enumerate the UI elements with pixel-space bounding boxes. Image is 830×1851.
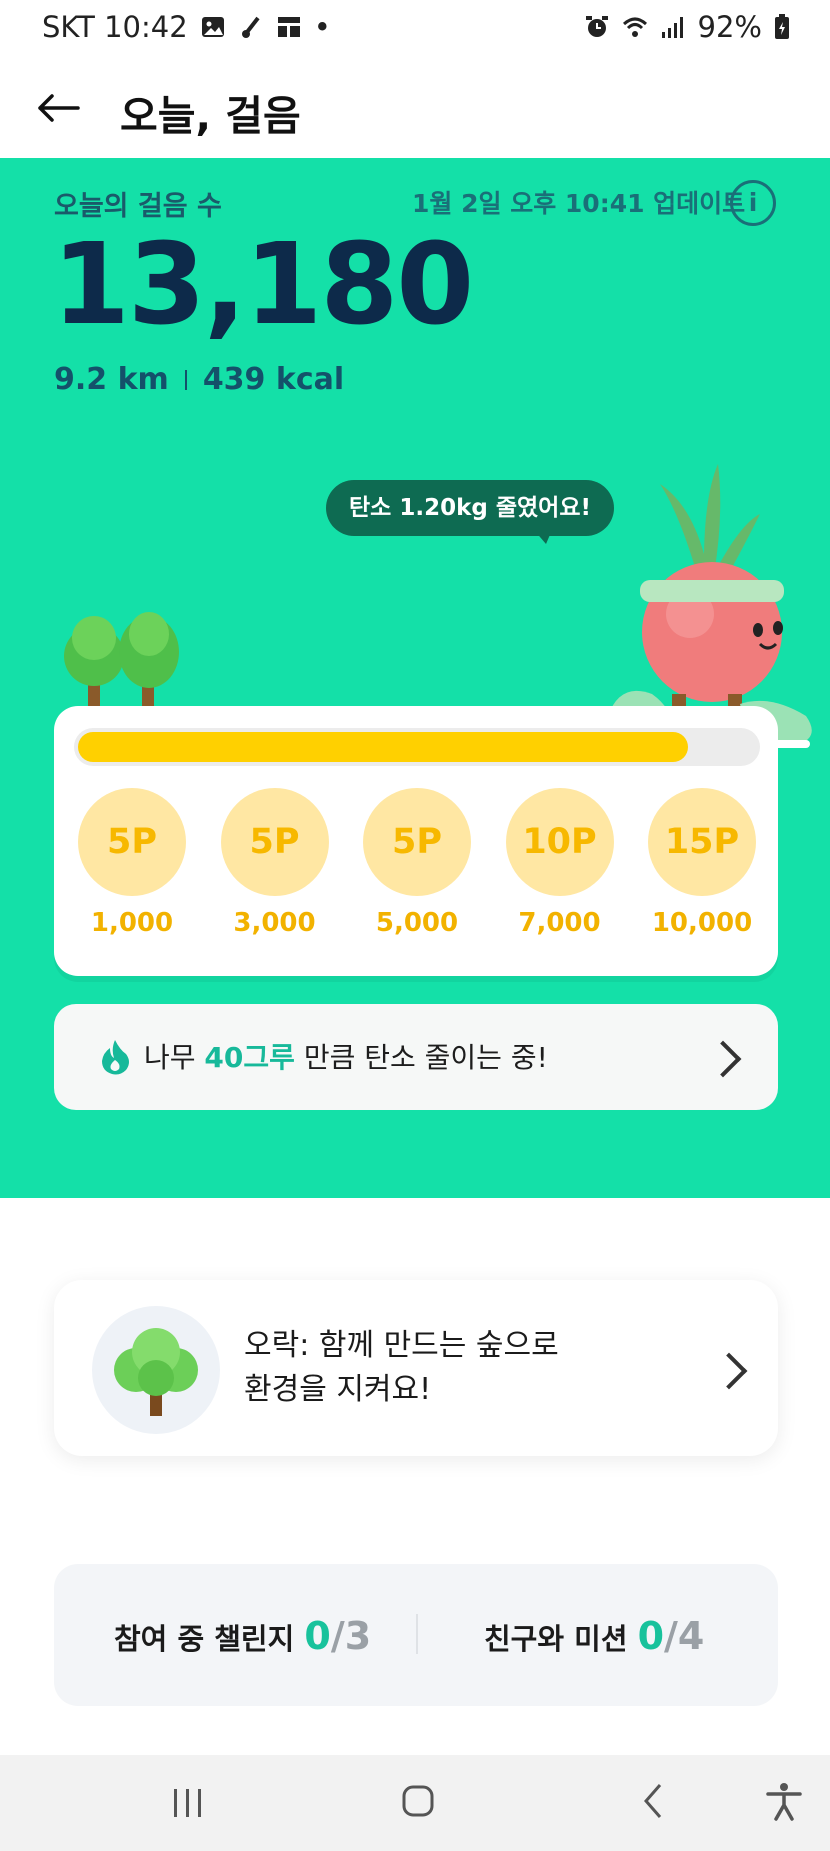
forest-card[interactable]: 오락: 함께 만드는 숲으로 환경을 지켜요!: [54, 1280, 778, 1456]
page-title: 오늘, 걸음: [120, 92, 301, 140]
reward-item[interactable]: 5P 5,000: [363, 788, 471, 938]
friends-label: 친구와 미션: [484, 1622, 638, 1656]
status-bar: SKT 10:42 • 92%: [0, 0, 830, 58]
bubble-tail: [534, 530, 552, 544]
carrier-time: SKT 10:42: [42, 10, 188, 44]
music-icon: [241, 16, 260, 38]
reward-item[interactable]: 5P 1,000: [78, 788, 186, 938]
divider: [184, 369, 187, 390]
app-header: 오늘, 걸음: [0, 58, 830, 158]
participating-label: 참여 중 챌린지: [114, 1622, 305, 1656]
reward-steps: 5,000: [375, 908, 459, 938]
tree-icon: [114, 1328, 198, 1416]
participating-value: 0: [304, 1614, 331, 1658]
calories: 439 kcal: [202, 362, 345, 397]
carbon-bubble: 탄소 1.20kg 줄였어요!: [326, 480, 614, 536]
home-icon[interactable]: [398, 1781, 438, 1821]
widget-icon: [277, 17, 300, 37]
participating-challenges[interactable]: 참여 중 챌린지 0/3: [114, 1614, 371, 1658]
info-icon: i: [748, 188, 758, 217]
info-button[interactable]: i: [730, 180, 776, 226]
chevron-right-icon: [710, 1352, 748, 1390]
fire-icon: [102, 1040, 129, 1075]
battery-icon: [775, 14, 789, 39]
back-button[interactable]: [30, 80, 86, 136]
reward-card: 5P 1,000 5P 3,000 5P 5,000 10P 7,000 15P…: [54, 706, 778, 976]
challenge-summary: 참여 중 챌린지 0/3 친구와 미션 0/4: [54, 1564, 778, 1706]
battery-percent: 92%: [697, 10, 762, 44]
reward-steps: 10,000: [651, 908, 753, 938]
wifi-icon: [622, 17, 647, 37]
step-count: 13,180: [52, 220, 474, 350]
status-left: SKT 10:42 •: [42, 10, 331, 44]
notification-dot: •: [313, 10, 331, 44]
update-time: 1월 2일 오후 10:41 업데이트: [412, 189, 746, 218]
back-icon[interactable]: [634, 1781, 674, 1821]
tree-count: 40그루: [204, 1041, 295, 1074]
reward-points: 5P: [363, 788, 471, 896]
carbon-suffix: 만큼 탄소 줄이는 중!: [294, 1041, 548, 1074]
accessibility-icon[interactable]: [764, 1781, 804, 1821]
steps-label: 오늘의 걸음 수: [54, 191, 222, 222]
reward-points: 5P: [78, 788, 186, 896]
reward-points: 15P: [648, 788, 756, 896]
participating-total: /3: [330, 1614, 372, 1658]
alarm-icon: [585, 16, 608, 37]
reward-item[interactable]: 15P 10,000: [648, 788, 756, 938]
reward-list: 5P 1,000 5P 3,000 5P 5,000 10P 7,000 15P…: [78, 788, 756, 938]
recent-apps-icon[interactable]: [168, 1783, 208, 1823]
forest-line2: 환경을 지켜요!: [244, 1372, 432, 1407]
reward-steps: 7,000: [518, 908, 601, 938]
carbon-reduction-row[interactable]: 나무 40그루 만큼 탄소 줄이는 중!: [54, 1004, 778, 1110]
reward-steps: 3,000: [233, 908, 316, 938]
forest-line1: 오락: 함께 만드는 숲으로: [244, 1328, 559, 1363]
reward-points: 5P: [220, 788, 329, 896]
signal-icon: [661, 17, 683, 38]
divider: [416, 1614, 418, 1654]
back-arrow-icon: [38, 94, 80, 122]
distance-calories: 9.2 km 439 kcal: [54, 362, 344, 397]
carbon-prefix: 나무: [144, 1041, 205, 1074]
forest-text: 오락: 함께 만드는 숲으로 환경을 지켜요!: [244, 1324, 559, 1412]
friends-total: /4: [664, 1614, 705, 1658]
status-right: 92%: [584, 10, 790, 44]
friend-missions[interactable]: 친구와 미션 0/4: [484, 1614, 704, 1658]
steps-hero: 오늘의 걸음 수 1월 2일 오후 10:41 업데이트 i 13,180 9.…: [0, 158, 830, 1198]
gallery-icon: [201, 17, 224, 37]
reward-item[interactable]: 5P 3,000: [220, 788, 329, 938]
reward-steps: 1,000: [90, 908, 174, 938]
reward-item[interactable]: 10P 7,000: [505, 788, 614, 938]
distance: 9.2 km: [54, 362, 169, 397]
chevron-right-icon: [704, 1040, 742, 1078]
progress-fill: [78, 732, 688, 762]
friends-value: 0: [637, 1614, 665, 1658]
tree-avatar: [92, 1306, 220, 1434]
reward-points: 10P: [505, 788, 614, 896]
system-nav-bar: [0, 1755, 830, 1851]
carbon-text: 나무 40그루 만큼 탄소 줄이는 중!: [144, 1036, 548, 1076]
trees-illustration: [64, 612, 179, 716]
